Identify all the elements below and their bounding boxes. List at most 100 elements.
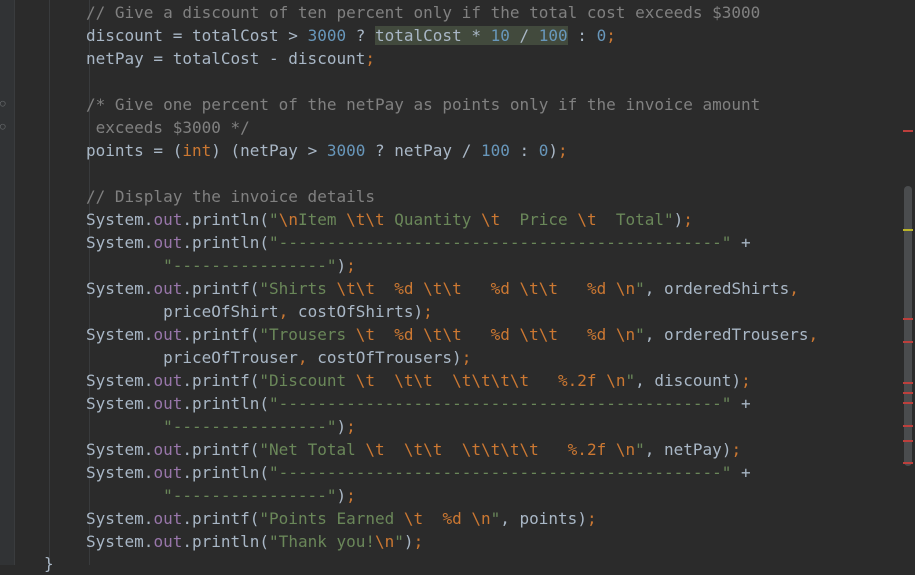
code-token: , discount) <box>635 371 742 390</box>
code-line[interactable]: priceOfTrouser, costOfTrousers); <box>86 346 471 369</box>
code-token: , points) <box>500 509 587 528</box>
code-token: Price <box>500 210 578 229</box>
code-token: %.2f <box>558 371 597 390</box>
code-line[interactable]: points = (int) (netPay > 3000 ? netPay /… <box>86 139 568 162</box>
code-token: out <box>153 440 183 459</box>
code-token: ) <box>336 486 347 505</box>
code-line[interactable]: System.out.printf("Net Total \t \t\t \t\… <box>86 438 741 461</box>
code-line[interactable]: // Display the invoice details <box>86 185 375 208</box>
code-token: Item <box>297 210 347 229</box>
error-marker[interactable] <box>903 402 913 404</box>
code-token: System. <box>86 532 154 551</box>
code-token: ; <box>423 302 433 321</box>
error-marker[interactable] <box>903 341 913 343</box>
code-token: \t\t <box>346 210 385 229</box>
code-token: System. <box>86 440 154 459</box>
code-token: , <box>789 279 799 298</box>
closing-brace: } <box>44 554 54 573</box>
code-line[interactable]: netPay = totalCost - discount; <box>86 47 375 70</box>
code-line[interactable]: discount = totalCost > 3000 ? totalCost … <box>86 24 616 47</box>
code-token: out <box>153 509 183 528</box>
code-token: \t\t <box>519 325 559 344</box>
code-token: \t\t <box>423 325 462 344</box>
code-token: System. <box>86 210 154 229</box>
code-token: : <box>567 26 597 45</box>
code-token: %d <box>586 325 607 344</box>
code-line[interactable]: System.out.println("Thank you!\n"); <box>86 530 423 553</box>
code-token: \n <box>375 532 395 551</box>
code-token: "---------------------------------------… <box>269 233 732 252</box>
code-token: .printf( <box>182 509 260 528</box>
code-line[interactable]: "----------------"); <box>86 254 356 277</box>
code-token: "Shirts <box>259 279 337 298</box>
code-line[interactable]: "----------------"); <box>86 415 356 438</box>
indent-guide <box>49 0 50 565</box>
code-token: .printf( <box>182 325 260 344</box>
code-token: \t <box>355 371 375 390</box>
error-marker[interactable] <box>903 462 913 464</box>
code-line[interactable]: System.out.println("--------------------… <box>86 231 751 254</box>
code-token: "---------------------------------------… <box>269 463 732 482</box>
code-token: %d <box>490 279 510 298</box>
error-marker[interactable] <box>903 318 913 320</box>
code-token: "---------------------------------------… <box>269 394 732 413</box>
code-line[interactable]: System.out.println("\nItem \t\t Quantity… <box>86 208 693 231</box>
code-token: System. <box>86 463 154 482</box>
code-token: " <box>625 371 636 390</box>
error-marker[interactable] <box>903 440 913 442</box>
code-token: ; <box>606 26 616 45</box>
code-line[interactable]: priceOfShirt, costOfShirts); <box>86 300 433 323</box>
code-token: \t\t <box>403 440 443 459</box>
code-token: out <box>153 394 183 413</box>
code-line[interactable]: /* Give one percent of the netPay as poi… <box>86 93 760 116</box>
code-token: out <box>153 371 183 390</box>
code-line[interactable]: System.out.printf("Trousers \t %d \t\t %… <box>86 323 818 346</box>
code-token: .println( <box>182 394 270 413</box>
warning-marker[interactable] <box>903 229 913 231</box>
code-line[interactable]: System.out.printf("Discount \t \t\t \t\t… <box>86 369 751 392</box>
code-token: ; <box>731 440 742 459</box>
code-token: discount = totalCost > <box>86 26 308 45</box>
error-marker[interactable] <box>903 382 913 384</box>
code-token: priceOfShirt <box>86 302 279 321</box>
code-token: "Net Total <box>259 440 366 459</box>
code-token: ; <box>558 141 568 160</box>
code-token: , orderedShirts <box>644 279 790 298</box>
code-line[interactable]: System.out.println("--------------------… <box>86 392 751 415</box>
code-token: \t <box>365 440 385 459</box>
code-token: "Trousers <box>259 325 356 344</box>
code-token: .printf( <box>182 371 260 390</box>
code-token: "----------------" <box>163 417 337 436</box>
code-token: " <box>490 509 501 528</box>
code-line[interactable]: "----------------"); <box>86 484 356 507</box>
code-line[interactable]: // Give a discount of ten percent only i… <box>86 1 760 24</box>
code-token: \n <box>615 325 636 344</box>
code-token: , netPay) <box>644 440 732 459</box>
code-line[interactable]: System.out.println("--------------------… <box>86 461 751 484</box>
fold-icon[interactable]: ◯ <box>0 122 10 132</box>
code-line[interactable]: System.out.printf("Points Earned \t %d \… <box>86 507 597 530</box>
error-marker[interactable] <box>903 130 913 132</box>
fold-icon[interactable]: ◯ <box>0 99 10 109</box>
error-marker[interactable] <box>903 425 913 427</box>
code-line[interactable]: exceeds $3000 */ <box>86 116 250 139</box>
code-token: costOfShirts) <box>288 302 424 321</box>
code-token: \t\t <box>394 371 433 390</box>
code-token: : <box>509 141 539 160</box>
code-token: ; <box>346 486 356 505</box>
code-line[interactable]: System.out.printf("Shirts \t\t %d \t\t %… <box>86 277 799 300</box>
code-token: ; <box>741 371 751 390</box>
error-marker[interactable] <box>903 392 913 394</box>
code-token: %d <box>394 279 414 298</box>
code-token: " <box>635 279 645 298</box>
vertical-scrollbar[interactable] <box>901 0 915 565</box>
scrollbar-thumb[interactable] <box>904 186 912 466</box>
